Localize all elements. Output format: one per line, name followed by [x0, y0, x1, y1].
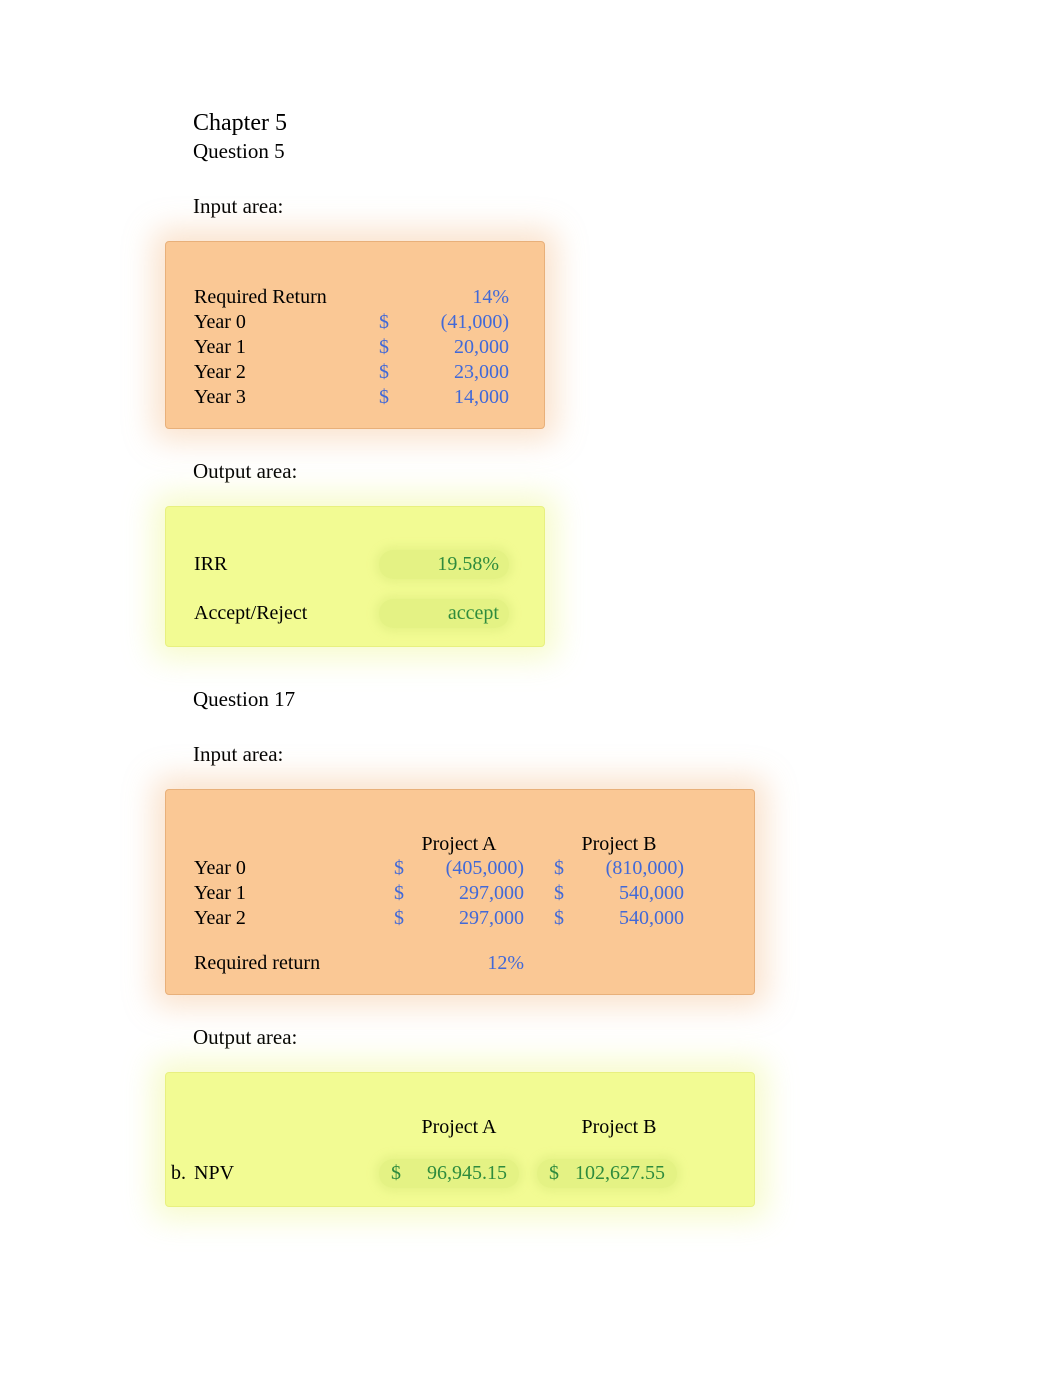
npv-project-a-value: $ 96,945.15: [379, 1159, 519, 1188]
q17-year0-row: Year 0 $ (405,000) $ (810,000): [194, 856, 726, 881]
q17-year1-row: Year 1 $ 297,000 $ 540,000: [194, 881, 726, 906]
year-label: Year 0: [194, 857, 379, 880]
q5-decision-row: Accept/Reject accept: [194, 599, 516, 628]
q5-required-return-row: Required Return 14%: [194, 285, 516, 310]
year-label: Year 0: [194, 311, 379, 334]
q17-output-panel: Project A Project B b. NPV $ 96,945.15 $…: [165, 1072, 755, 1207]
q5-irr-row: IRR 19.58%: [194, 550, 516, 579]
required-return-value: 14%: [379, 286, 509, 309]
project-b-value: $ (810,000): [539, 857, 699, 880]
year-value: $ 20,000: [379, 336, 509, 359]
year-value: $ 14,000: [379, 386, 509, 409]
project-a-value: $ 297,000: [379, 882, 539, 905]
project-a-value: $ (405,000): [379, 857, 539, 880]
project-a-header: Project A: [379, 833, 539, 856]
required-return-value: 12%: [379, 952, 539, 975]
project-b-value: $ 540,000: [539, 907, 699, 930]
q17-required-return-row: Required return 12%: [194, 951, 726, 976]
q5-year0-row: Year 0 $ (41,000): [194, 310, 516, 335]
q5-output-panel: IRR 19.58% Accept/Reject accept: [165, 506, 545, 647]
year-label: Year 3: [194, 386, 379, 409]
q5-input-panel: Required Return 14% Year 0 $ (41,000) Ye…: [165, 241, 545, 429]
year-value: $ (41,000): [379, 311, 509, 334]
q17-output-header-row: Project A Project B: [194, 1116, 726, 1139]
document-content: Chapter 5 Question 5 Input area: Require…: [165, 110, 925, 1207]
year-label: Year 1: [194, 882, 379, 905]
required-return-label: Required Return: [194, 286, 379, 309]
decision-label: Accept/Reject: [194, 602, 379, 625]
required-return-label: Required return: [194, 952, 379, 975]
year-label: Year 2: [194, 361, 379, 384]
q5-year2-row: Year 2 $ 23,000: [194, 360, 516, 385]
q17-input-area-label: Input area:: [193, 742, 925, 767]
npv-label: NPV: [194, 1162, 379, 1185]
chapter-title: Chapter 5: [193, 110, 925, 137]
npv-project-b-value: $ 102,627.55: [537, 1159, 677, 1188]
project-a-header: Project A: [379, 1116, 539, 1139]
q5-output-area-label: Output area:: [193, 459, 925, 484]
irr-value: 19.58%: [379, 550, 509, 579]
year-label: Year 1: [194, 336, 379, 359]
q17-output-area-label: Output area:: [193, 1025, 925, 1050]
question-5-label: Question 5: [193, 139, 925, 164]
project-b-header: Project B: [539, 833, 699, 856]
q5-year1-row: Year 1 $ 20,000: [194, 335, 516, 360]
q17-npv-row: b. NPV $ 96,945.15 $ 102,627.55: [194, 1159, 726, 1188]
q17-input-panel: Project A Project B Year 0 $ (405,000) $…: [165, 789, 755, 995]
project-b-header: Project B: [539, 1116, 699, 1139]
q17-header-row: Project A Project B: [194, 833, 726, 856]
project-b-value: $ 540,000: [539, 882, 699, 905]
irr-label: IRR: [194, 553, 379, 576]
question-17-label: Question 17: [193, 687, 925, 712]
q17-year2-row: Year 2 $ 297,000 $ 540,000: [194, 906, 726, 931]
decision-value: accept: [379, 599, 509, 628]
project-a-value: $ 297,000: [379, 907, 539, 930]
row-bullet: b.: [166, 1162, 194, 1185]
year-value: $ 23,000: [379, 361, 509, 384]
year-label: Year 2: [194, 907, 379, 930]
q5-year3-row: Year 3 $ 14,000: [194, 385, 516, 410]
q5-input-area-label: Input area:: [193, 194, 925, 219]
